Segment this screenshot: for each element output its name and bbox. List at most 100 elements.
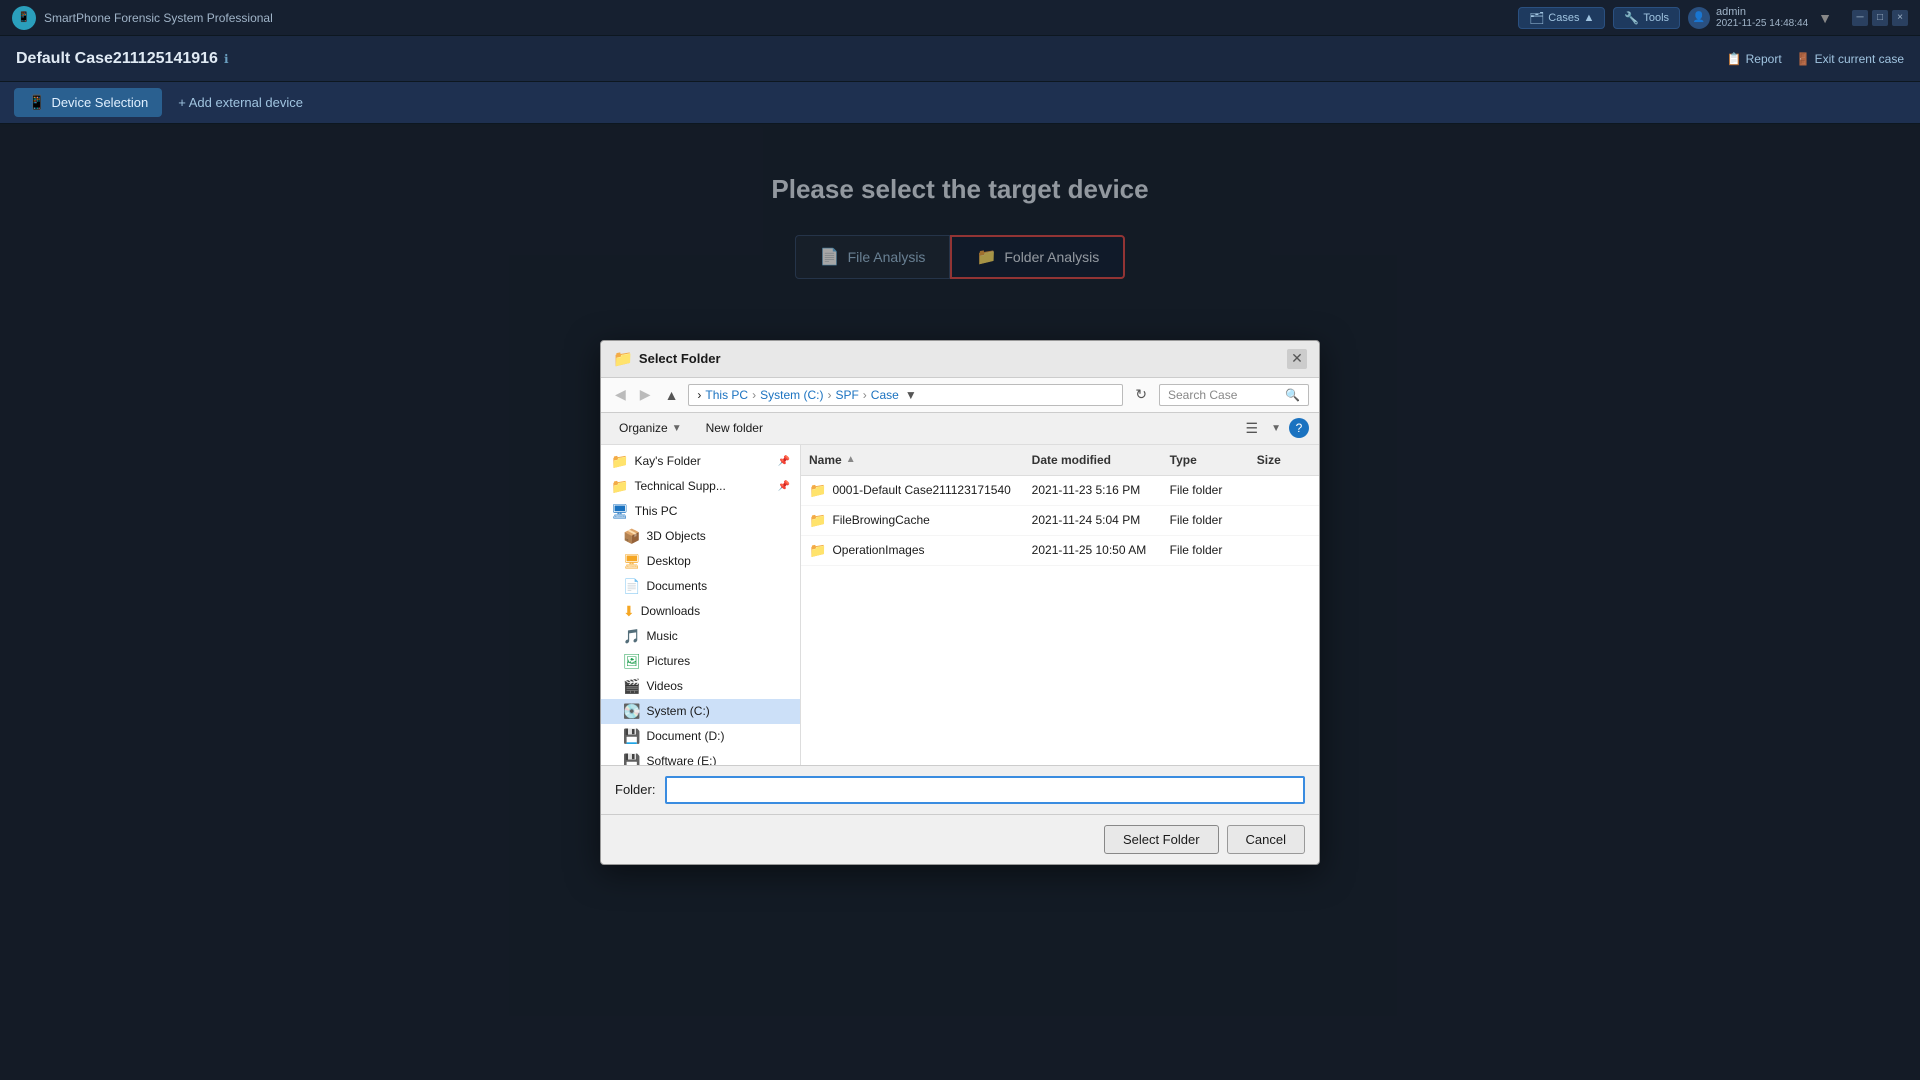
nav-tabs: 📱 Device Selection + Add external device [0,82,1920,124]
tree-item-software-e[interactable]: 💾 Software (E:) [601,749,800,765]
folder-input[interactable] [665,776,1305,804]
device-selection-label: Device Selection [51,95,148,110]
maximize-button[interactable]: □ [1872,10,1888,26]
file-date-1: 2021-11-24 5:04 PM [1024,509,1162,531]
breadcrumb-case[interactable]: Case [871,388,899,402]
tree-item-documents[interactable]: 📄 Documents [601,574,800,599]
file-name-2: 📁 OperationImages [801,538,1024,563]
folder-label: Folder: [615,782,655,797]
file-date-0: 2021-11-23 5:16 PM [1024,479,1162,501]
address-bar: ◀ ▶ ▲ › This PC › System (C:) › SPF › Ca… [601,378,1319,413]
file-row[interactable]: 📁 FileBrowingCache 2021-11-24 5:04 PM Fi… [801,506,1319,536]
view-button[interactable]: ☰ [1241,417,1264,440]
tree-item-kays-folder[interactable]: 📁 Kay's Folder 📌 [601,449,800,474]
cases-icon: 🗂 [1529,11,1544,25]
tab-device-selection[interactable]: 📱 Device Selection [14,88,162,117]
file-name-0: 📁 0001-Default Case211123171540 [801,478,1024,503]
col-size[interactable]: Size [1249,449,1319,471]
col-type-label: Type [1170,453,1197,467]
report-button[interactable]: 📋 Report [1727,52,1782,66]
file-row[interactable]: 📁 0001-Default Case211123171540 2021-11-… [801,476,1319,506]
dialog-body: 📁 Kay's Folder 📌 📁 Technical Supp... 📌 🖥… [601,445,1319,765]
refresh-button[interactable]: ↻ [1129,384,1153,405]
help-button[interactable]: ? [1289,418,1309,438]
col-date[interactable]: Date modified [1024,449,1162,471]
file-name-text-1: FileBrowingCache [832,513,929,527]
tree-label-downloads: Downloads [641,604,700,618]
back-button[interactable]: ◀ [611,384,630,405]
app-title: SmartPhone Forensic System Professional [44,11,273,25]
file-row[interactable]: 📁 OperationImages 2021-11-25 10:50 AM Fi… [801,536,1319,566]
pin-icon: 📌 [778,456,790,467]
forward-button[interactable]: ▶ [636,384,655,405]
file-list-header: Name ▲ Date modified Type Size [801,445,1319,476]
tree-label-pictures: Pictures [647,654,690,668]
device-selection-icon: 📱 [28,94,45,111]
tree-item-document-d[interactable]: 💾 Document (D:) [601,724,800,749]
tools-button[interactable]: 🔧 Tools [1613,7,1680,29]
file-type-1: File folder [1162,509,1249,531]
main-content: Please select the target device 📄 File A… [0,124,1920,1080]
tree-label-software-e: Software (E:) [646,754,716,765]
tree-label-videos: Videos [646,679,682,693]
3d-objects-icon: 📦 [623,528,640,545]
admin-block: admin 2021-11-25 14:48:44 [1716,6,1808,29]
tree-item-pictures[interactable]: 🖼 Pictures [601,649,800,674]
file-size-2 [1249,546,1319,554]
breadcrumb: › This PC › System (C:) › SPF › Case ▼ [688,384,1123,406]
document-d-icon: 💾 [623,728,640,745]
tree-item-this-pc[interactable]: 🖥 This PC [601,499,800,524]
exit-button[interactable]: 🚪 Exit current case [1796,52,1904,66]
desktop-icon: 🖥 [623,553,641,570]
col-name[interactable]: Name ▲ [801,449,1024,471]
file-date-2: 2021-11-25 10:50 AM [1024,539,1162,561]
breadcrumb-thispc[interactable]: This PC [705,388,748,402]
report-label: Report [1746,52,1782,66]
tree-item-system-c[interactable]: 💽 System (C:) [601,699,800,724]
search-bar[interactable]: Search Case 🔍 [1159,384,1309,406]
view-dropdown-icon[interactable]: ▼ [1271,423,1281,434]
tree-label-documents: Documents [646,579,707,593]
close-button[interactable]: × [1892,10,1908,26]
breadcrumb-dropdown-icon[interactable]: ▼ [905,388,917,402]
tree-item-technical-supp[interactable]: 📁 Technical Supp... 📌 [601,474,800,499]
admin-info: 👤 admin 2021-11-25 14:48:44 [1688,6,1808,29]
sidebar-tree[interactable]: 📁 Kay's Folder 📌 📁 Technical Supp... 📌 🖥… [601,445,801,765]
select-folder-button[interactable]: Select Folder [1104,825,1219,854]
folder-icon: 📁 [611,453,628,470]
app-logo: 📱 [12,6,36,30]
file-list: Name ▲ Date modified Type Size [801,445,1319,765]
tree-item-videos[interactable]: 🎬 Videos [601,674,800,699]
software-e-icon: 💾 [623,753,640,765]
header-bar: Default Case211125141916 ℹ 📋 Report 🚪 Ex… [0,36,1920,82]
breadcrumb-system[interactable]: System (C:) [760,388,823,402]
cancel-button[interactable]: Cancel [1227,825,1305,854]
up-button[interactable]: ▲ [661,385,683,405]
tree-label-music: Music [646,629,677,643]
add-external-device[interactable]: + Add external device [168,89,313,116]
dialog-buttons: Select Folder Cancel [601,814,1319,864]
breadcrumb-sep2: › [827,388,831,402]
header-left: Default Case211125141916 ℹ [16,50,229,68]
tree-item-3d-objects[interactable]: 📦 3D Objects [601,524,800,549]
downloads-icon: ⬇ [623,603,635,620]
dialog-close-button[interactable]: ✕ [1287,349,1307,369]
organize-button[interactable]: Organize ▼ [611,418,690,438]
dialog-overlay: 📁 Select Folder ✕ ◀ ▶ ▲ › This PC › Syst… [0,124,1920,1080]
exit-label: Exit current case [1815,52,1904,66]
dialog-title: Select Folder [639,351,721,366]
cases-button[interactable]: 🗂 Cases ▲ [1518,7,1605,29]
tree-item-downloads[interactable]: ⬇ Downloads [601,599,800,624]
col-type[interactable]: Type [1162,449,1249,471]
add-external-label: + Add external device [178,95,303,110]
breadcrumb-sep1: › [752,388,756,402]
search-icon: 🔍 [1285,388,1300,402]
admin-datetime: 2021-11-25 14:48:44 [1716,18,1808,29]
minimize-button[interactable]: ─ [1852,10,1868,26]
dialog-titlebar: 📁 Select Folder ✕ [601,341,1319,378]
admin-name: admin [1716,6,1808,18]
tree-item-desktop[interactable]: 🖥 Desktop [601,549,800,574]
tree-item-music[interactable]: 🎵 Music [601,624,800,649]
breadcrumb-spf[interactable]: SPF [835,388,858,402]
new-folder-button[interactable]: New folder [698,418,771,438]
